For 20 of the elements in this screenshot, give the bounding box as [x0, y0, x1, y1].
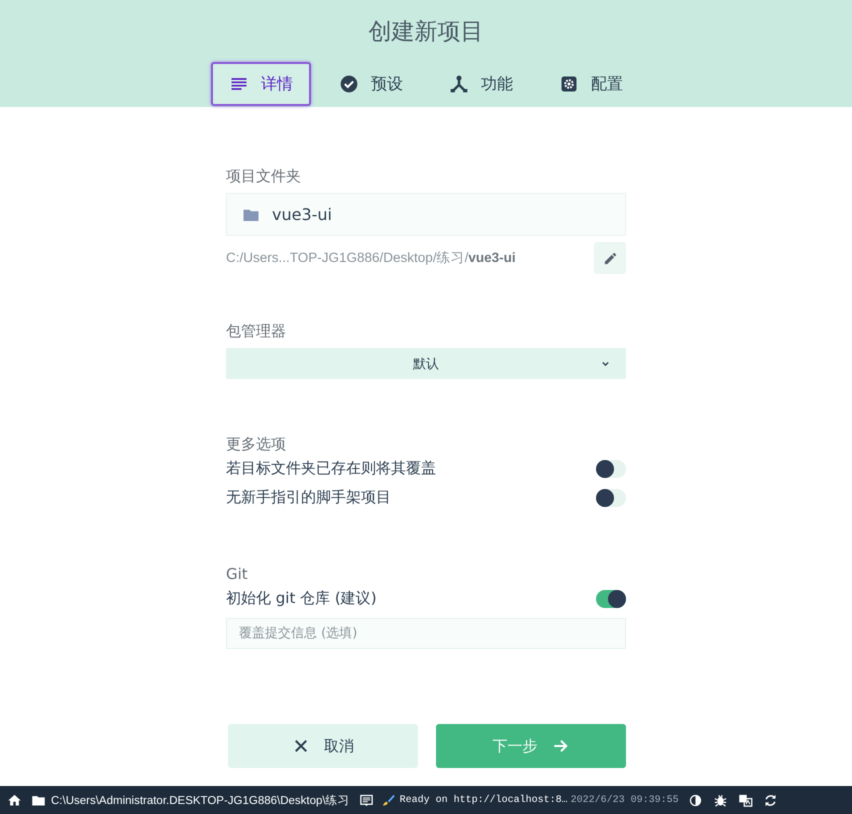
section-label: 包管理器	[226, 321, 287, 341]
package-manager-select[interactable]: 默认	[226, 348, 626, 379]
tab[interactable]: 功能	[431, 62, 531, 106]
commit-message-field[interactable]: 覆盖提交信息 (选填)	[226, 618, 626, 649]
folder-path-button[interactable]: C:\Users\Administrator.DESKTOP-JG1G886\Desktop\练习	[27, 786, 354, 814]
folder-field[interactable]: vue3-ui	[226, 193, 626, 236]
cancel-button[interactable]: 取消	[228, 724, 418, 768]
section-label: 项目文件夹	[226, 166, 302, 186]
tab[interactable]: 详情	[211, 62, 311, 106]
option-label: 无新手指引的脚手架项目	[226, 488, 391, 507]
section-label: Git	[226, 564, 249, 584]
section-label: 更多选项	[226, 434, 287, 454]
folder-path: C:/Users...TOP-JG1G886/Desktop/练习/vue3-ui	[226, 249, 516, 267]
log-message: Ready on http://localhost:8…	[400, 794, 568, 806]
tab[interactable]: 预设	[321, 62, 421, 106]
option-label: 初始化 git 仓库 (建议)	[226, 589, 377, 608]
tab[interactable]: 配置	[541, 62, 641, 106]
option-label: 若目标文件夹已存在则将其覆盖	[226, 459, 436, 478]
page-title: 创建新项目	[368, 18, 484, 47]
timestamp: 2022/6/23 09:39:55	[570, 794, 679, 806]
